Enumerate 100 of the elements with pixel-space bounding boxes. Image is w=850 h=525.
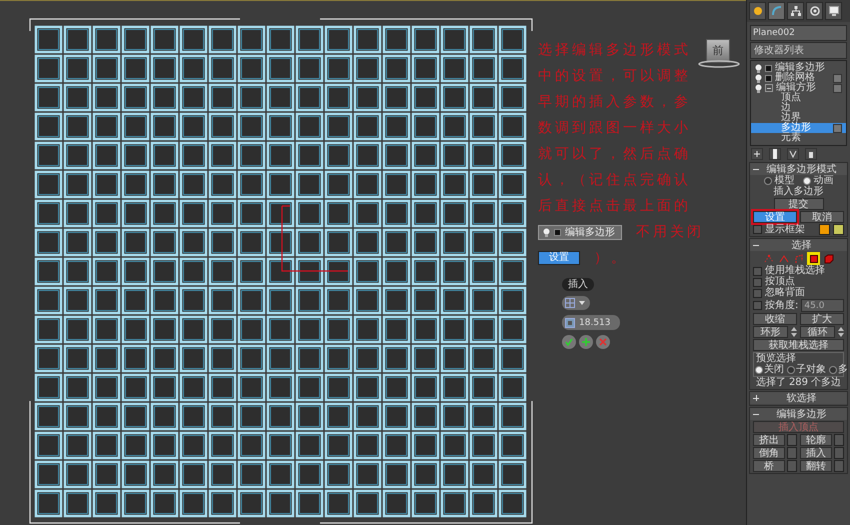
toggle-box-icon[interactable] <box>833 74 842 82</box>
view-cube-ring-icon <box>697 59 741 69</box>
tool-button[interactable]: 插入 <box>800 447 832 459</box>
checkbox-label: 按顶点 <box>765 277 795 287</box>
commit-button[interactable]: 提交 <box>774 198 824 210</box>
trash-icon[interactable] <box>805 148 817 160</box>
checkbox-label: 显示框架 <box>765 224 806 234</box>
settings-box-icon[interactable] <box>834 434 844 446</box>
rollout-header[interactable]: 编辑多边形模式 <box>750 163 847 175</box>
settings-box-icon[interactable] <box>787 447 797 459</box>
border-icon <box>794 254 804 264</box>
angle-field[interactable]: 45.0 <box>801 299 844 312</box>
collapse-icon <box>753 166 759 172</box>
cancel-button[interactable]: 取消 <box>800 211 844 223</box>
caddy-title: 插入 <box>562 278 594 291</box>
square-icon <box>765 64 772 72</box>
monitor-icon[interactable] <box>825 2 842 20</box>
ok-button[interactable] <box>562 335 576 349</box>
checkbox-label: 使用堆栈选择 <box>765 266 825 276</box>
square-icon <box>765 74 772 82</box>
modifier-stack-item[interactable]: 顶点 <box>751 93 846 103</box>
spinner-icon[interactable] <box>791 326 797 338</box>
plus-icon <box>582 338 590 346</box>
rollout-header[interactable]: 选择 <box>750 239 847 251</box>
hierarchy-icon[interactable] <box>787 2 804 20</box>
bar-icon[interactable] <box>769 148 781 160</box>
settings-box-icon[interactable] <box>787 460 797 472</box>
tool-button[interactable]: 桥 <box>753 460 785 472</box>
ring-button[interactable]: 环形 <box>753 326 788 338</box>
radio-option[interactable]: 动画 <box>802 176 834 186</box>
square-icon <box>554 228 561 236</box>
arc-icon[interactable] <box>768 2 785 20</box>
square-icon <box>565 318 575 328</box>
tool-button[interactable]: 轮廓 <box>800 434 832 446</box>
selection-marker <box>281 205 349 272</box>
checkbox[interactable] <box>753 301 762 310</box>
checkbox-label: 忽略背面 <box>765 288 805 298</box>
toggle-box-icon[interactable] <box>833 124 842 132</box>
collapse-icon[interactable] <box>765 84 773 92</box>
cancel-button[interactable] <box>596 335 610 349</box>
radio-option[interactable]: 子对象 <box>787 365 826 375</box>
modifier-stack-item[interactable]: 元素 <box>751 133 846 143</box>
tool-button[interactable]: 倒角 <box>753 447 785 459</box>
tool-button[interactable]: 翻转 <box>800 460 832 472</box>
checkbox[interactable] <box>753 266 762 276</box>
modifier-stack-item[interactable]: 编辑多边形 <box>751 63 846 73</box>
modifier-stack-item[interactable]: 多边形 <box>751 123 846 133</box>
selection-status: 选择了 289 个多边 <box>754 378 842 388</box>
object-name-field[interactable]: Plane002 <box>750 25 847 41</box>
rollout-header[interactable]: 软选择 <box>750 392 847 404</box>
level-button[interactable] <box>807 252 820 265</box>
radio-option[interactable]: 多 <box>829 365 848 375</box>
settings-box-icon[interactable] <box>834 460 844 472</box>
lightbulb-icon <box>543 228 550 236</box>
shrink-button[interactable]: 收缩 <box>753 313 797 325</box>
tool-button[interactable]: 挤出 <box>753 434 785 446</box>
toggle-box-icon[interactable] <box>833 84 842 92</box>
radio-option[interactable]: 模型 <box>764 176 794 186</box>
grid-icon <box>565 298 575 308</box>
get-stack-selection-button[interactable]: 获取堆栈选择 <box>753 339 844 351</box>
current-operation-label: 插入多边形 <box>774 187 824 197</box>
fork-icon[interactable] <box>787 148 799 160</box>
annotation-line: 后直接点击最上面的 <box>538 197 691 216</box>
expand-icon <box>753 395 759 401</box>
amount-field[interactable]: 18.513 <box>562 315 620 330</box>
pin-icon[interactable] <box>751 148 763 160</box>
modifier-list-dropdown[interactable]: 修改器列表 <box>750 42 847 59</box>
polygon-icon <box>808 254 818 264</box>
modifier-stack-item[interactable]: 边界 <box>751 113 846 123</box>
check-icon <box>565 338 573 346</box>
view-cube[interactable]: 前 <box>706 39 730 63</box>
caret-icon <box>579 301 585 305</box>
annotation-line: 选择编辑多边形模式 <box>538 41 691 60</box>
color-swatch[interactable] <box>833 224 844 235</box>
annotation-line: 中的设置，可以调整 <box>538 67 691 86</box>
collapse-icon <box>753 242 759 248</box>
annotation-line: ）。 <box>594 249 628 268</box>
radio-option[interactable]: 关闭 <box>755 365 784 375</box>
sun-icon[interactable] <box>749 2 766 20</box>
grow-button[interactable]: 扩大 <box>800 313 844 325</box>
annotation-line: 数调到跟图一样大小 <box>538 119 691 138</box>
loop-button[interactable]: 循环 <box>800 326 835 338</box>
grid-dropdown[interactable] <box>562 296 590 310</box>
checkbox[interactable] <box>753 288 762 298</box>
modifier-stack-item[interactable]: 边 <box>751 103 846 113</box>
annotation-line: 认，（记住点完确认 <box>538 171 691 190</box>
apply-button[interactable] <box>579 335 593 349</box>
settings-box-icon[interactable] <box>834 447 844 459</box>
settings-box-icon[interactable] <box>787 434 797 446</box>
rollout-header[interactable]: 编辑多边形 <box>750 408 847 420</box>
settings-button[interactable]: 设置 <box>753 211 797 223</box>
wheel-icon[interactable] <box>806 2 823 20</box>
color-swatch[interactable] <box>819 224 830 235</box>
modifier-stack-item[interactable]: 编辑方形 <box>751 83 846 93</box>
annotation-line: 不用关闭 <box>636 223 704 242</box>
checkbox[interactable] <box>753 278 762 286</box>
modifier-stack-item[interactable]: 删除网格 <box>751 73 846 83</box>
spinner-icon[interactable] <box>838 326 844 338</box>
checkbox[interactable] <box>753 225 762 234</box>
close-icon <box>599 338 607 346</box>
